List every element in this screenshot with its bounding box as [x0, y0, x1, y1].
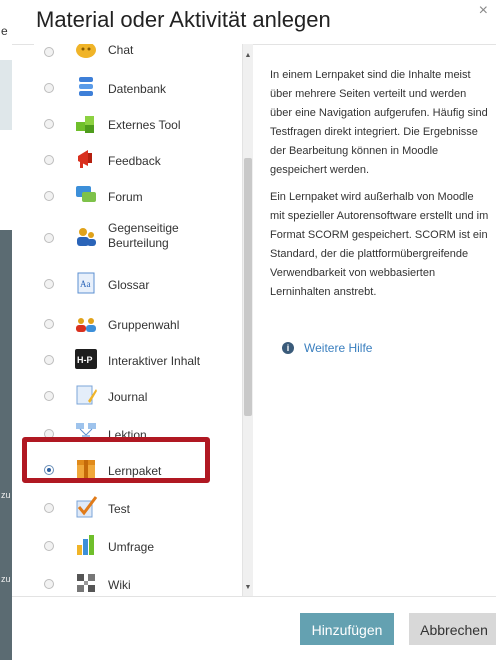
- module-list[interactable]: Chat Datenbank Externes Tool Feedback Fo…: [34, 44, 242, 596]
- background-segment: [0, 60, 12, 130]
- module-label: Datenbank: [108, 82, 167, 96]
- dialog-title: Material oder Aktivität anlegen: [36, 7, 331, 32]
- forum-icon: [76, 186, 96, 202]
- list-item-journal[interactable]: Journal: [34, 378, 242, 414]
- puzzle-icon: [76, 116, 94, 133]
- info-icon: i: [282, 342, 294, 354]
- background-page-strip: e zu zu: [0, 0, 12, 660]
- megaphone-icon: [78, 150, 92, 168]
- package-icon: [77, 460, 95, 478]
- lesson-icon: [76, 423, 96, 441]
- module-label: Lernpaket: [108, 464, 162, 478]
- module-radio[interactable]: [44, 391, 54, 401]
- dialog-header: Material oder Aktivität anlegen ×: [12, 0, 496, 45]
- module-radio[interactable]: [44, 191, 54, 201]
- module-label: Wiki: [108, 578, 131, 592]
- add-activity-dialog: Material oder Aktivität anlegen × Chat D…: [12, 0, 496, 649]
- module-radio[interactable]: [44, 119, 54, 129]
- group-icon: [76, 318, 96, 332]
- background-segment: [0, 130, 12, 230]
- svg-text:H-P: H-P: [77, 355, 93, 365]
- help-paragraph: Ein Lernpaket wird außerhalb von Moodle …: [270, 191, 489, 298]
- list-item-gruppenwahl[interactable]: Gruppenwahl: [34, 306, 242, 342]
- help-text: In einem Lernpaket sind die Inhalte meis…: [270, 66, 490, 310]
- list-item-umfrage[interactable]: Umfrage: [34, 528, 242, 564]
- module-radio[interactable]: [44, 541, 54, 551]
- module-label: Gegenseitige Beurteilung: [108, 221, 179, 250]
- module-radio[interactable]: [44, 319, 54, 329]
- more-help-label[interactable]: Weitere Hilfe: [304, 341, 372, 355]
- module-label: Journal: [108, 390, 148, 404]
- list-item-lektion[interactable]: Lektion: [34, 416, 242, 452]
- module-label: Glossar: [108, 278, 150, 292]
- scrollbar-thumb[interactable]: [244, 158, 252, 416]
- add-button[interactable]: Hinzufügen: [300, 613, 394, 645]
- svg-text:Aa: Aa: [80, 279, 91, 289]
- module-radio[interactable]: [44, 429, 54, 439]
- list-item-datenbank[interactable]: Datenbank: [34, 70, 242, 106]
- bar-chart-icon: [77, 535, 94, 555]
- close-icon[interactable]: ×: [479, 2, 488, 20]
- list-item-lernpaket[interactable]: Lernpaket: [34, 452, 242, 488]
- module-radio[interactable]: [44, 47, 54, 57]
- list-item-chat[interactable]: Chat: [34, 44, 242, 70]
- module-label: Lektion: [108, 428, 147, 442]
- checkmark-icon: [76, 496, 98, 518]
- module-label: Forum: [108, 190, 143, 204]
- background-text: zu: [1, 574, 11, 584]
- chat-icon: [76, 44, 96, 58]
- journal-icon: [76, 385, 97, 405]
- module-list-scrollbar[interactable]: ▲ ▼: [242, 44, 253, 596]
- list-item-externes-tool[interactable]: Externes Tool: [34, 106, 242, 142]
- module-radio[interactable]: [44, 355, 54, 365]
- background-text: e: [1, 24, 8, 38]
- module-radio[interactable]: [44, 83, 54, 93]
- glossary-icon: Aa: [77, 272, 95, 294]
- list-item-gegenseitige-beurteilung[interactable]: Gegenseitige Beurteilung: [34, 216, 242, 260]
- module-radio[interactable]: [44, 579, 54, 589]
- list-item-forum[interactable]: Forum: [34, 178, 242, 214]
- database-icon: [79, 77, 93, 96]
- module-label: Gruppenwahl: [108, 318, 180, 332]
- module-radio[interactable]: [44, 233, 54, 243]
- dialog-footer: Hinzufügen Abbrechen: [12, 596, 496, 649]
- scroll-up-icon[interactable]: ▲: [244, 52, 252, 60]
- list-item-interaktiver-inhalt[interactable]: H-P Interaktiver Inhalt: [34, 342, 242, 378]
- background-text: zu: [1, 490, 11, 500]
- h5p-icon: H-P: [75, 349, 97, 369]
- module-label: Externes Tool: [108, 118, 181, 132]
- module-radio[interactable]: [44, 279, 54, 289]
- list-item-test[interactable]: Test: [34, 490, 242, 526]
- module-label: Chat: [108, 44, 134, 57]
- list-item-feedback[interactable]: Feedback: [34, 142, 242, 178]
- wiki-icon: [77, 574, 95, 592]
- cancel-button[interactable]: Abbrechen: [409, 613, 496, 645]
- list-item-wiki[interactable]: Wiki: [34, 566, 242, 596]
- module-radio[interactable]: [44, 503, 54, 513]
- scroll-down-icon[interactable]: ▼: [244, 584, 252, 592]
- module-label: Umfrage: [108, 540, 155, 554]
- help-paragraph: In einem Lernpaket sind die Inhalte meis…: [270, 69, 488, 176]
- module-label: Interaktiver Inhalt: [108, 354, 201, 368]
- list-item-glossar[interactable]: Aa Glossar: [34, 266, 242, 302]
- module-radio-selected[interactable]: [44, 465, 54, 475]
- module-label: Test: [108, 502, 131, 516]
- people-icon: [77, 228, 96, 246]
- background-segment: [0, 230, 12, 660]
- module-radio[interactable]: [44, 155, 54, 165]
- module-label: Feedback: [108, 154, 161, 168]
